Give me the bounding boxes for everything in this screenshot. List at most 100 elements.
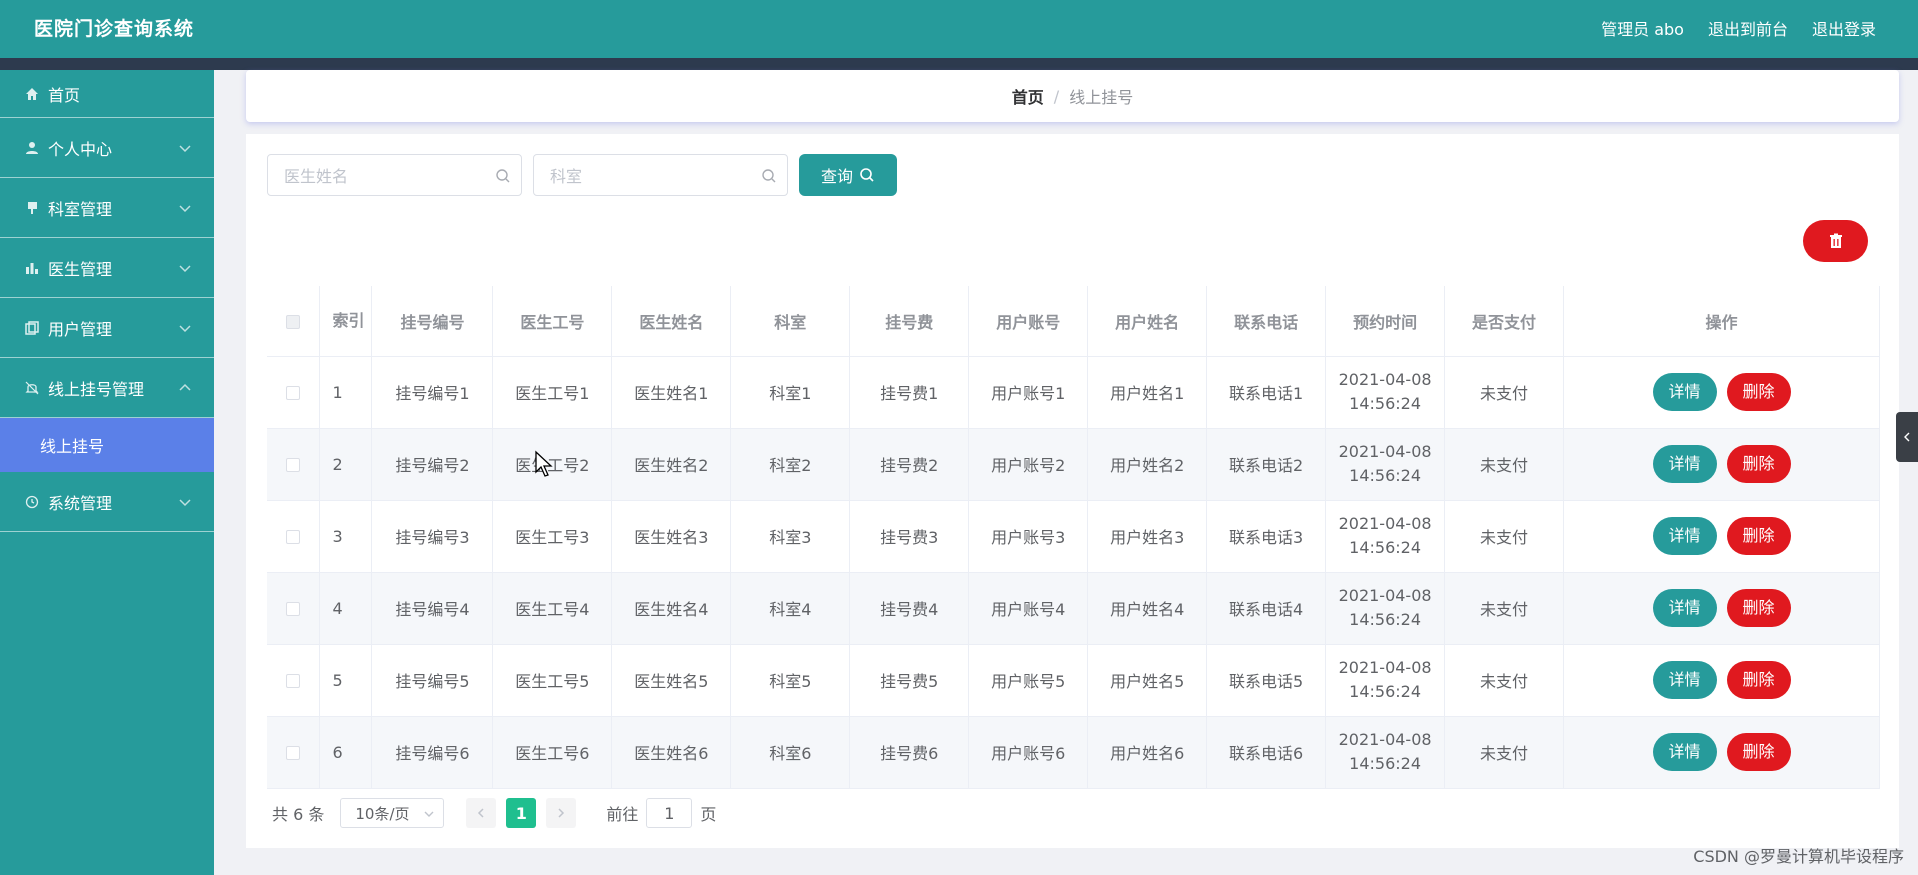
row-select-cell[interactable]	[267, 356, 321, 429]
clock-icon	[24, 494, 40, 510]
index-cell: 3	[319, 500, 373, 573]
table-row: 2 挂号编号2 医生工号2 医生姓名2 科室2 挂号费2 用户账号2 用户姓名2 联系电话2 20…	[267, 428, 1880, 501]
appointment-clock: 14:56:24	[1349, 682, 1421, 701]
collapse-side-tab[interactable]	[1896, 412, 1918, 462]
chevron-down-icon	[179, 204, 191, 212]
top-bar: 医院门诊查询系统 管理员 abo 退出到前台 退出登录	[0, 0, 1918, 58]
goto-label: 前往	[606, 805, 639, 824]
detail-button[interactable]: 详情	[1652, 373, 1717, 411]
select-all-checkbox[interactable]	[286, 314, 301, 329]
column-header: 科室	[730, 286, 851, 357]
sidebar-item-label: 系统管理	[48, 493, 113, 513]
delete-button[interactable]: 删除	[1726, 517, 1791, 555]
chevron-left-icon	[1904, 432, 1910, 442]
sidebar-item-user-management[interactable]: 用户管理	[0, 298, 214, 358]
row-checkbox[interactable]	[286, 674, 301, 688]
column-header: 索引	[319, 286, 373, 357]
appointment-clock: 14:56:24	[1349, 610, 1421, 629]
page-size-select[interactable]: 10条/页	[340, 798, 445, 828]
goto-page-input[interactable]: 1	[646, 798, 693, 828]
delete-button[interactable]: 删除	[1726, 445, 1791, 483]
row-select-cell[interactable]	[267, 716, 321, 789]
breadcrumb-home[interactable]: 首页	[1012, 84, 1044, 108]
actions-cell: 详情 删除	[1563, 428, 1880, 501]
phone-cell: 联系电话3	[1206, 500, 1327, 573]
index-cell: 6	[319, 716, 373, 789]
reg-no-cell: 挂号编号6	[371, 716, 494, 789]
row-checkbox[interactable]	[286, 602, 301, 616]
detail-button[interactable]: 详情	[1652, 517, 1717, 555]
appointment-time-cell: 2021-04-08 14:56:24	[1325, 500, 1446, 573]
table-row: 6 挂号编号6 医生工号6 医生姓名6 科室6 挂号费6 用户账号6 用户姓名6 联系电话6 20…	[267, 716, 1880, 789]
delete-button[interactable]: 删除	[1726, 373, 1791, 411]
sidebar-item-home[interactable]: 首页	[0, 70, 214, 118]
breadcrumb-current: 线上挂号	[1069, 88, 1134, 107]
delete-button[interactable]: 删除	[1726, 661, 1791, 699]
actions-cell: 详情 删除	[1563, 356, 1880, 429]
user-name-cell: 用户姓名6	[1087, 716, 1208, 789]
doc-id-cell: 医生工号5	[492, 644, 613, 717]
doc-name-cell: 医生姓名3	[611, 500, 732, 573]
phone-cell: 联系电话2	[1206, 428, 1327, 501]
detail-button[interactable]: 详情	[1652, 733, 1717, 771]
delete-button[interactable]: 删除	[1726, 589, 1791, 627]
doc-name-cell: 医生姓名4	[611, 572, 732, 645]
delete-button[interactable]: 删除	[1726, 733, 1791, 771]
appointment-time-cell: 2021-04-08 14:56:24	[1325, 716, 1446, 789]
row-checkbox[interactable]	[286, 386, 301, 400]
doc-name-cell: 医生姓名1	[611, 356, 732, 429]
sidebar-item-personal-center[interactable]: 个人中心	[0, 118, 214, 178]
index-cell: 5	[319, 644, 373, 717]
detail-button[interactable]: 详情	[1652, 589, 1717, 627]
detail-button[interactable]: 详情	[1652, 445, 1717, 483]
page-suffix: 页	[700, 805, 717, 824]
column-header: 用户账号	[968, 286, 1089, 357]
dept-cell: 科室2	[730, 428, 851, 501]
department-search-input[interactable]: 科室	[533, 154, 788, 196]
doc-id-cell: 医生工号4	[492, 572, 613, 645]
fee-cell: 挂号费5	[849, 644, 970, 717]
appointment-date: 2021-04-08	[1338, 442, 1432, 461]
prev-page-button[interactable]	[466, 798, 497, 828]
detail-button[interactable]: 详情	[1652, 661, 1717, 699]
batch-delete-button[interactable]	[1803, 220, 1868, 262]
sidebar-item-system-management[interactable]: 系统管理	[0, 472, 214, 532]
user-icon	[24, 140, 40, 156]
page-number-current[interactable]: 1	[506, 798, 537, 828]
appointment-date: 2021-04-08	[1338, 730, 1432, 749]
breadcrumb: 首页 / 线上挂号	[246, 70, 1899, 122]
search-icon	[860, 168, 874, 182]
account-cell: 用户账号2	[968, 428, 1089, 501]
flag-icon	[24, 200, 40, 216]
app-title: 医院门诊查询系统	[34, 18, 195, 40]
sidebar-subitem-online-registration[interactable]: 线上挂号	[0, 418, 214, 472]
department-placeholder: 科室	[550, 167, 583, 186]
row-select-cell[interactable]	[267, 572, 321, 645]
user-name-cell: 用户姓名3	[1087, 500, 1208, 573]
row-checkbox[interactable]	[286, 458, 301, 472]
doctor-name-search-input[interactable]: 医生姓名	[267, 154, 522, 196]
row-select-cell[interactable]	[267, 644, 321, 717]
logout-link[interactable]: 退出登录	[1812, 16, 1876, 40]
select-all-cell[interactable]	[267, 286, 321, 357]
row-checkbox[interactable]	[286, 530, 301, 544]
next-page-button[interactable]	[546, 798, 577, 828]
appointment-clock: 14:56:24	[1349, 754, 1421, 773]
row-select-cell[interactable]	[267, 428, 321, 501]
account-cell: 用户账号4	[968, 572, 1089, 645]
query-button[interactable]: 查询	[799, 154, 897, 196]
column-header: 是否支付	[1444, 286, 1565, 357]
sidebar-item-department-management[interactable]: 科室管理	[0, 178, 214, 238]
exit-to-front-link[interactable]: 退出到前台	[1708, 16, 1788, 40]
sidebar-item-label: 首页	[48, 85, 81, 105]
reg-no-cell: 挂号编号5	[371, 644, 494, 717]
doc-name-cell: 医生姓名5	[611, 644, 732, 717]
sidebar-item-doctor-management[interactable]: 医生管理	[0, 238, 214, 298]
row-select-cell[interactable]	[267, 500, 321, 573]
paid-status-cell: 未支付	[1444, 500, 1565, 573]
table-header-row: 索引 挂号编号 医生工号 医生姓名 科室 挂号费 用户账号 用户姓名 联系电话 …	[267, 286, 1880, 357]
row-checkbox[interactable]	[286, 746, 301, 760]
sidebar-item-online-registration-management[interactable]: 线上挂号管理	[0, 358, 214, 418]
fee-cell: 挂号费2	[849, 428, 970, 501]
total-count: 共 6 条	[272, 805, 325, 824]
